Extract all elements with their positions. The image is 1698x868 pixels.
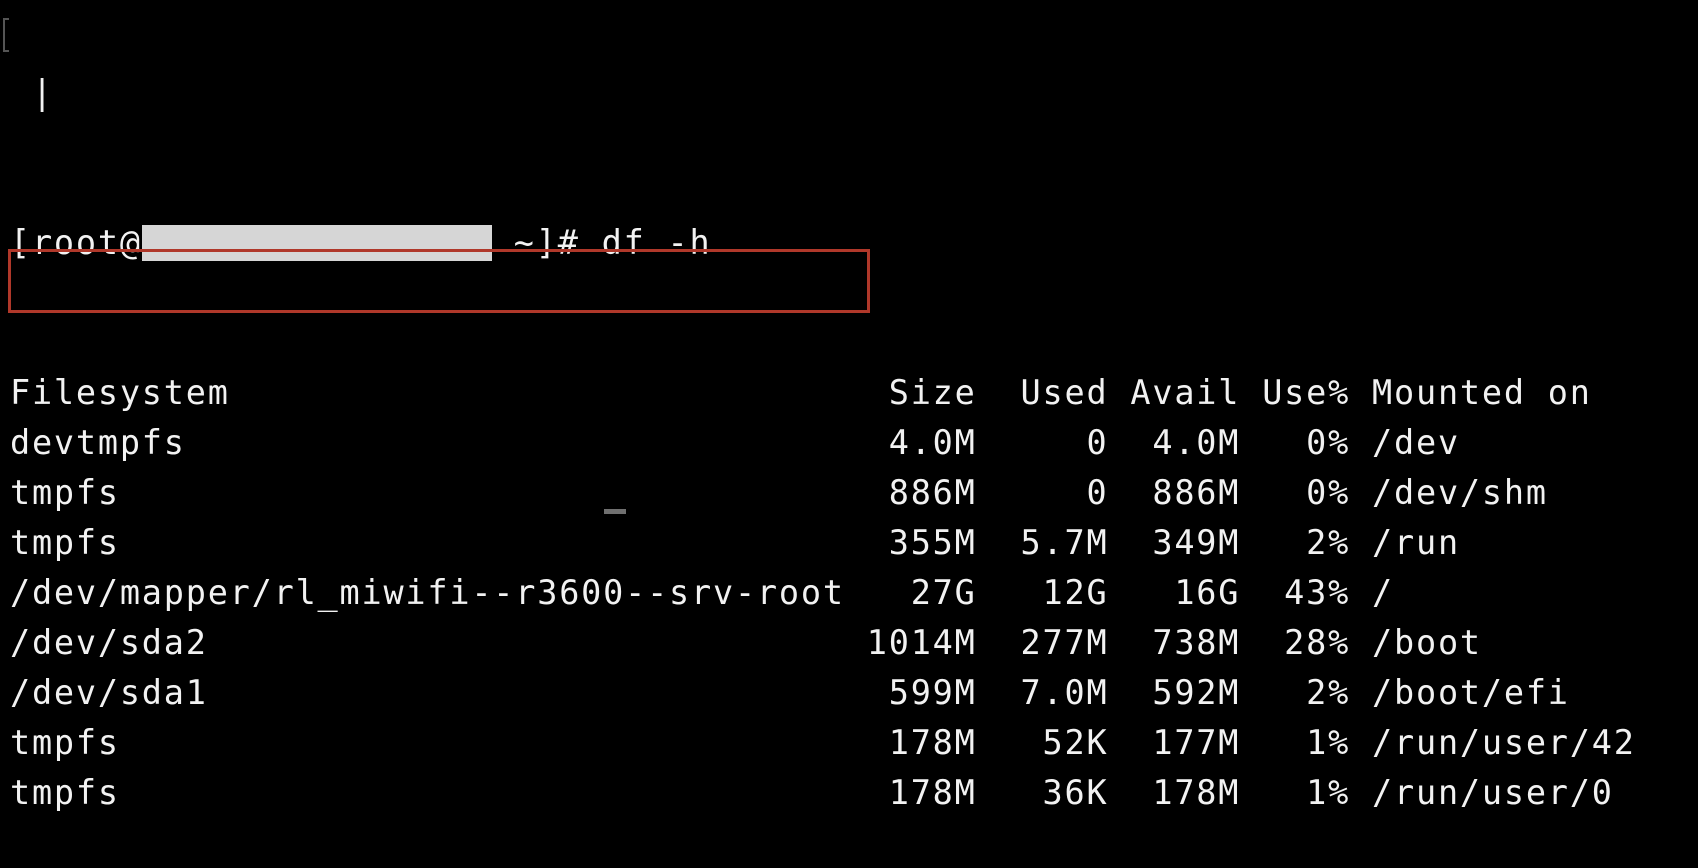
use-pct-cell: 2% [1240, 673, 1351, 712]
use-pct-cell: 0% [1240, 423, 1351, 462]
table-header: Filesystem Size Used Avail Use% Mounted … [10, 368, 1636, 418]
filesystem-cell: /dev/sda2 [10, 623, 845, 662]
avail-cell: 177M [1108, 723, 1241, 762]
size-cell: 355M [844, 523, 977, 562]
mounted-on-cell: /run/user/0 [1350, 773, 1614, 812]
size-cell: 599M [844, 673, 977, 712]
mounted-on-cell: Mounted on [1350, 373, 1592, 412]
use-pct-cell: 43% [1240, 573, 1351, 612]
used-cell: 0 [976, 423, 1109, 462]
size-cell: 1014M [844, 623, 977, 662]
used-cell: 7.0M [976, 673, 1109, 712]
table-row: /dev/sda1 599M 7.0M 592M 2% /boot/efi [10, 668, 1636, 718]
filesystem-cell: tmpfs [10, 523, 845, 562]
filesystem-cell: /dev/sda1 [10, 673, 845, 712]
avail-cell: 16G [1108, 573, 1241, 612]
size-cell: Size [844, 373, 977, 412]
previous-output-line: | [10, 73, 54, 112]
size-cell: 886M [844, 473, 977, 512]
filesystem-cell: /dev/mapper/rl_miwifi--r3600--srv-root [10, 573, 845, 612]
size-cell: 178M [844, 773, 977, 812]
terminal-output[interactable]: | [root@ ~]# df -h Filesystem Size Used … [10, 0, 1636, 868]
used-cell: Used [976, 373, 1109, 412]
mounted-on-cell: / [1350, 573, 1395, 612]
table-row: tmpfs 886M 0 886M 0% /dev/shm [10, 468, 1636, 518]
filesystem-cell: devtmpfs [10, 423, 845, 462]
avail-cell: Avail [1108, 373, 1241, 412]
size-cell: 27G [844, 573, 977, 612]
scroll-indicator [604, 509, 626, 514]
used-cell: 5.7M [976, 523, 1109, 562]
used-cell: 36K [976, 773, 1109, 812]
avail-cell: 178M [1108, 773, 1241, 812]
mounted-on-cell: /run [1350, 523, 1460, 562]
df-table: Filesystem Size Used Avail Use% Mounted … [10, 368, 1636, 818]
avail-cell: 738M [1108, 623, 1241, 662]
mounted-on-cell: /dev/shm [1350, 473, 1548, 512]
filesystem-cell: tmpfs [10, 773, 845, 812]
avail-cell: 4.0M [1108, 423, 1241, 462]
filesystem-cell: tmpfs [10, 723, 845, 762]
use-pct-cell: 2% [1240, 523, 1351, 562]
table-row: devtmpfs 4.0M 0 4.0M 0% /dev [10, 418, 1636, 468]
terminal-ghost-bracket [3, 18, 9, 52]
table-row: tmpfs 178M 36K 178M 1% /run/user/0 [10, 768, 1636, 818]
mounted-on-cell: /dev [1350, 423, 1460, 462]
table-row: tmpfs 178M 52K 177M 1% /run/user/42 [10, 718, 1636, 768]
filesystem-cell: tmpfs [10, 473, 845, 512]
mounted-on-cell: /boot/efi [1350, 673, 1570, 712]
used-cell: 52K [976, 723, 1109, 762]
used-cell: 0 [976, 473, 1109, 512]
use-pct-cell: 1% [1240, 773, 1351, 812]
table-row: /dev/sda2 1014M 277M 738M 28% /boot [10, 618, 1636, 668]
use-pct-cell: 28% [1240, 623, 1351, 662]
size-cell: 178M [844, 723, 977, 762]
mounted-on-cell: /run/user/42 [1350, 723, 1636, 762]
avail-cell: 886M [1108, 473, 1241, 512]
used-cell: 277M [976, 623, 1109, 662]
size-cell: 4.0M [844, 423, 977, 462]
highlight-annotation-box [8, 249, 870, 313]
table-row-highlighted: /dev/mapper/rl_miwifi--r3600--srv-root 2… [10, 568, 1636, 618]
mounted-on-cell: /boot [1350, 623, 1482, 662]
avail-cell: 349M [1108, 523, 1241, 562]
used-cell: 12G [976, 573, 1109, 612]
use-pct-cell: 1% [1240, 723, 1351, 762]
table-row: tmpfs 355M 5.7M 349M 2% /run [10, 518, 1636, 568]
use-pct-cell: Use% [1240, 373, 1351, 412]
use-pct-cell: 0% [1240, 473, 1351, 512]
avail-cell: 592M [1108, 673, 1241, 712]
filesystem-cell: Filesystem [10, 373, 845, 412]
